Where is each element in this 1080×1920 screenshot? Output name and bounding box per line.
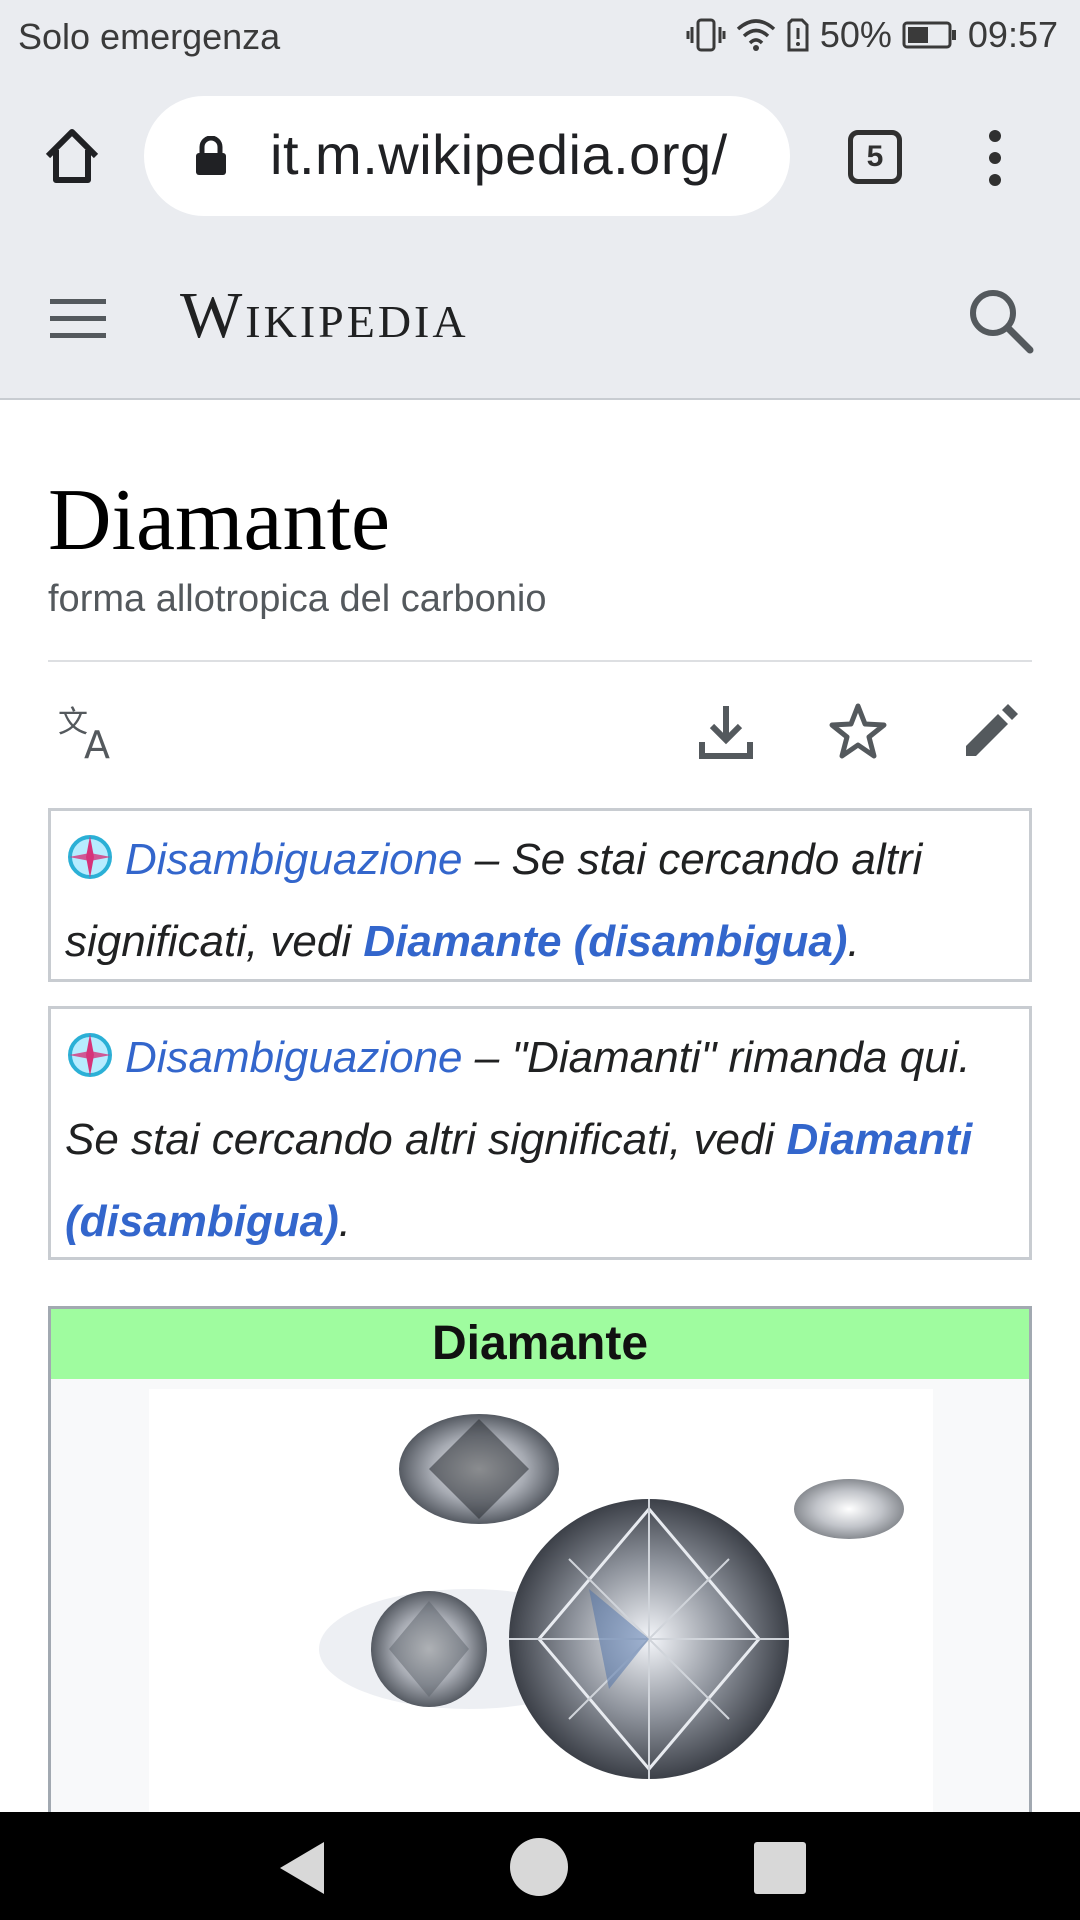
status-icons: 50% 09:57 — [676, 14, 1058, 56]
wikipedia-logo[interactable]: Wikipedia — [180, 278, 469, 354]
url-bar[interactable]: it.m.wikipedia.org/ — [144, 96, 790, 216]
svg-text:A: A — [84, 723, 110, 764]
home-icon[interactable] — [40, 124, 104, 188]
lock-icon — [194, 135, 228, 176]
alert-icon — [786, 17, 810, 53]
star-icon[interactable] — [826, 700, 890, 764]
recents-icon[interactable] — [754, 1842, 806, 1894]
system-nav-bar — [0, 1812, 1080, 1920]
wifi-icon — [736, 17, 776, 53]
tabs-icon[interactable]: 5 — [848, 130, 902, 184]
wikipedia-header: Wikipedia — [0, 240, 1080, 400]
url-text[interactable]: it.m.wikipedia.org/ — [270, 122, 728, 187]
vibrate-icon — [686, 17, 726, 53]
menu-icon[interactable] — [982, 126, 1008, 190]
status-bar: Solo emergenza 50% 09:57 — [0, 0, 1080, 76]
browser-toolbar: it.m.wikipedia.org/ 5 — [0, 76, 1080, 240]
battery-icon — [902, 19, 958, 51]
infobox: Diamante — [48, 1306, 1032, 1866]
clock: 09:57 — [967, 14, 1058, 55]
translate-icon[interactable]: 文 A — [58, 700, 122, 767]
disambigua-link[interactable]: Diamante (disambigua) — [363, 917, 847, 966]
carrier-label: Solo emergenza — [18, 16, 281, 57]
compass-icon — [65, 1025, 115, 1077]
diamond-image[interactable] — [149, 1389, 933, 1863]
page-title: Diamante — [48, 472, 391, 569]
infobox-title: Diamante — [51, 1309, 1029, 1379]
download-icon[interactable] — [694, 700, 758, 764]
battery-percent: 50% — [819, 14, 892, 55]
disambiguation-notice-1: Disambiguazione – Se stai cercando altri… — [48, 808, 1032, 982]
hamburger-icon[interactable] — [48, 296, 108, 342]
edit-icon[interactable] — [958, 700, 1022, 764]
disambiguation-link[interactable]: Disambiguazione — [125, 1033, 463, 1082]
disambiguation-link[interactable]: Disambiguazione — [125, 835, 463, 884]
notice-end: . — [847, 917, 860, 966]
divider — [48, 660, 1032, 662]
search-icon[interactable] — [966, 286, 1036, 356]
disambiguation-notice-2: Disambiguazione – "Diamanti" rimanda qui… — [48, 1006, 1032, 1260]
page-subtitle: forma allotropica del carbonio — [48, 578, 547, 620]
compass-icon — [65, 827, 115, 879]
back-icon[interactable] — [272, 1838, 332, 1898]
notice-end: . — [338, 1197, 352, 1246]
nav-home-icon[interactable] — [510, 1838, 568, 1896]
